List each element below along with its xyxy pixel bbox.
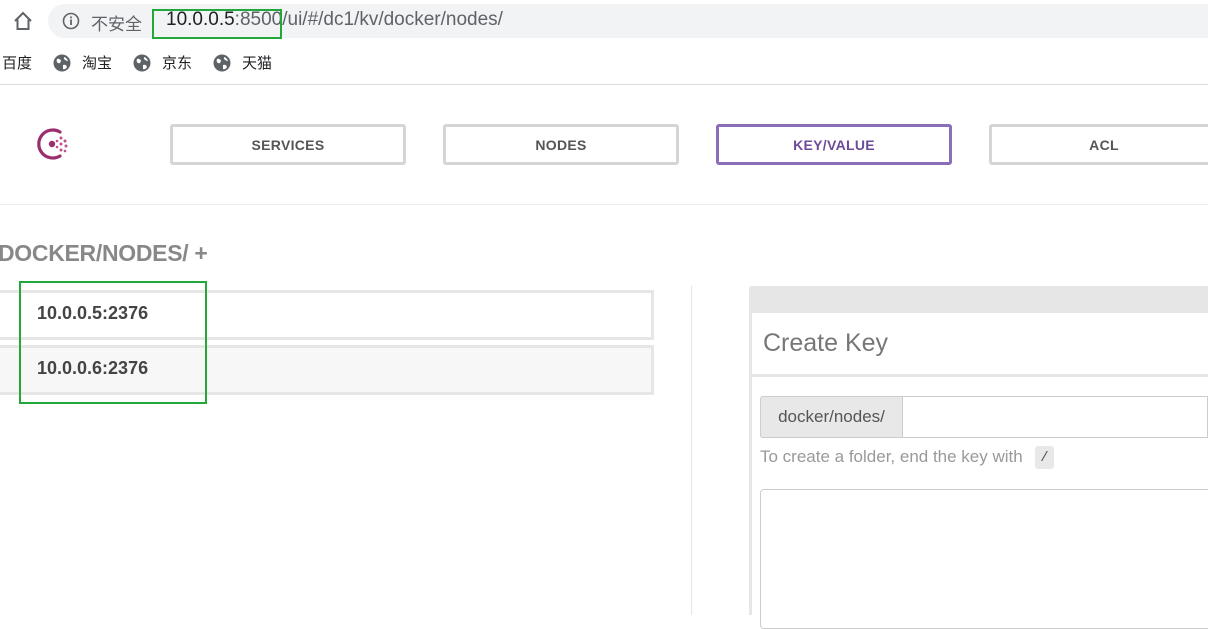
kv-path-title[interactable]: DOCKER/NODES/ +: [0, 240, 208, 267]
bookmark-label: 京东: [162, 54, 193, 72]
nav-key-value-button[interactable]: KEY/VALUE: [716, 124, 952, 165]
bookmark-tmall[interactable]: 天猫: [213, 52, 272, 73]
insecure-label: 不安全: [91, 15, 142, 35]
kv-key-row[interactable]: 10.0.0.5:2376: [0, 290, 654, 340]
folder-help-code: /: [1035, 446, 1054, 469]
nav-services-button[interactable]: SERVICES: [170, 124, 406, 165]
bookmark-label: 天猫: [242, 54, 273, 72]
globe-icon: [213, 54, 231, 71]
key-value-textarea[interactable]: [760, 489, 1208, 629]
panel-separator: [752, 374, 1208, 377]
folder-help-text: To create a folder, end the key with: [760, 447, 1023, 466]
nav-acl-button[interactable]: ACL: [989, 124, 1208, 165]
column-divider: [691, 286, 692, 615]
kv-key-label: 10.0.0.5:2376: [37, 303, 149, 323]
consul-logo-icon[interactable]: [34, 125, 72, 163]
bookmark-jd[interactable]: 京东: [133, 52, 192, 73]
kv-key-row[interactable]: 10.0.0.6:2376: [0, 345, 654, 395]
chrome-divider: [0, 84, 1208, 85]
bookmarks-bar: 百度 淘宝 京东 天猫: [0, 48, 1208, 78]
key-prefix-label: docker/nodes/: [760, 396, 903, 438]
url-path: /ui/#/dc1/kv/docker/nodes/: [282, 9, 503, 30]
nav-nodes-button[interactable]: NODES: [443, 124, 679, 165]
url-port: :8500: [234, 9, 283, 30]
home-icon[interactable]: [12, 10, 34, 32]
globe-icon: [53, 54, 71, 71]
bookmark-label: 淘宝: [82, 54, 113, 72]
nav-divider: [0, 204, 1208, 205]
key-name-input[interactable]: [902, 396, 1208, 438]
kv-key-label: 10.0.0.6:2376: [37, 358, 149, 378]
create-key-title: Create Key: [763, 329, 889, 357]
browser-address-bar: 不安全 10.0.0.5:8500/ui/#/dc1/kv/docker/nod…: [0, 0, 1208, 44]
create-key-panel-header: [749, 286, 1208, 313]
bookmark-baidu[interactable]: 百度: [2, 52, 32, 73]
info-icon[interactable]: [62, 12, 80, 30]
bookmark-taobao[interactable]: 淘宝: [53, 52, 112, 73]
globe-icon: [133, 54, 151, 71]
url-host: 10.0.0.5: [166, 9, 235, 30]
bookmark-label: 百度: [2, 54, 33, 72]
url-text[interactable]: 10.0.0.5:8500/ui/#/dc1/kv/docker/nodes/: [166, 9, 503, 31]
